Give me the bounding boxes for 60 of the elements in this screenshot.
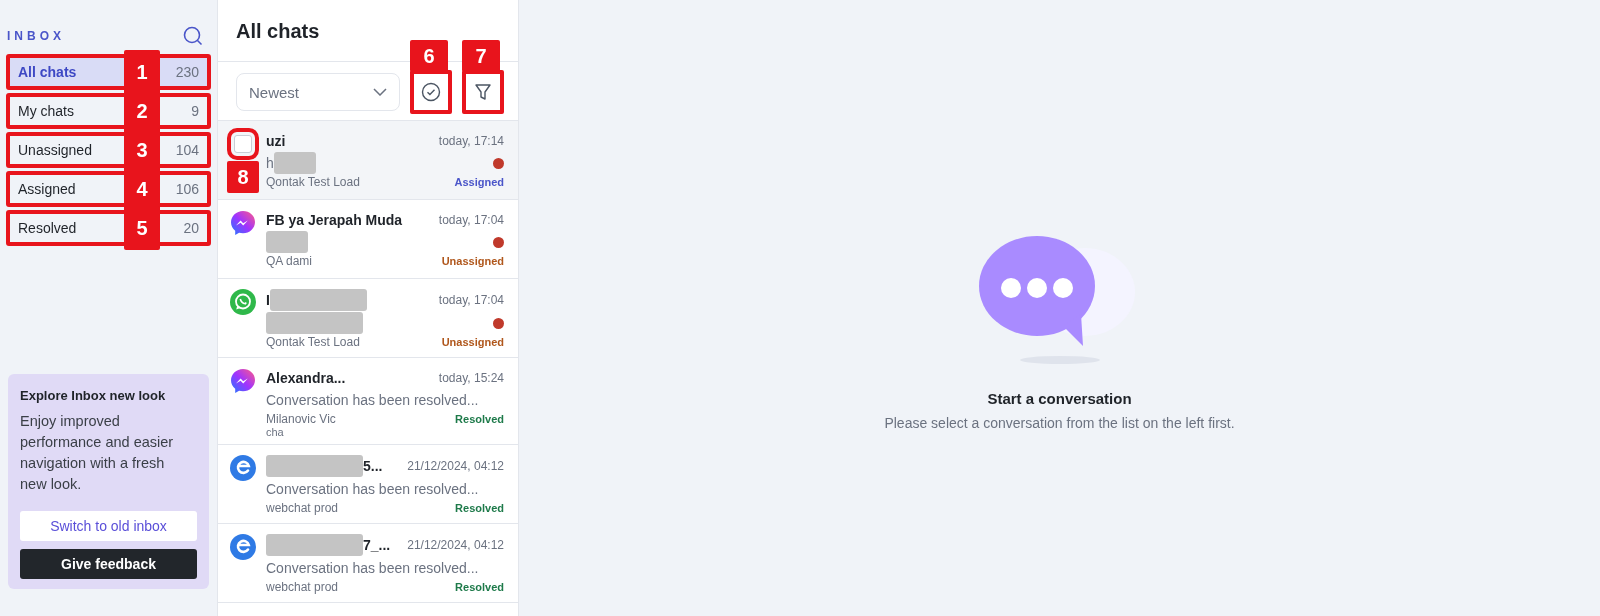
message-preview: Conversation has been resolved... bbox=[266, 481, 479, 497]
empty-state-title: Start a conversation bbox=[987, 390, 1132, 407]
chat-item[interactable]: 5... 21/12/2024, 04:12 Conversation has been resolved... webchat prod Resolved bbox=[218, 445, 518, 524]
filter-icon bbox=[473, 82, 493, 102]
message-preview: h bbox=[266, 155, 274, 171]
webchat-icon bbox=[230, 455, 256, 481]
callout-tooltip: 8 bbox=[227, 161, 259, 193]
chat-time: today, 17:04 bbox=[438, 293, 504, 307]
callout-tooltip: 6 bbox=[410, 40, 448, 72]
callout-tooltip: 7 bbox=[462, 40, 500, 72]
switch-button[interactable]: Switch to old inbox bbox=[20, 511, 197, 541]
promo-title: Explore Inbox new look bbox=[20, 388, 167, 403]
chat-time: today, 17:04 bbox=[438, 213, 504, 227]
message-preview: Conversation has been resolved... bbox=[266, 392, 479, 408]
channel-name: Qontak Test Load bbox=[266, 335, 360, 349]
chat-time: today, 15:24 bbox=[438, 371, 504, 385]
contact-name: I bbox=[266, 292, 270, 308]
chevron-icon bbox=[373, 88, 387, 96]
channel-name: webchat prod bbox=[266, 501, 339, 515]
feedback-button[interactable]: Give feedback bbox=[20, 549, 197, 579]
resolve-button[interactable] bbox=[410, 70, 452, 114]
channel-name: QA dami bbox=[266, 254, 313, 268]
channel-name: Milanovic Vic bbox=[266, 412, 336, 426]
status-label: Resolved bbox=[455, 413, 504, 425]
chat-item[interactable]: Alexandra... today, 15:24 Conversation has been resolved... Milanovic Vic Resolved cha bbox=[218, 358, 518, 445]
contact-name: 7_... bbox=[363, 537, 391, 553]
contact-name: uzi bbox=[266, 133, 286, 149]
chat-item[interactable]: 8 uzi today, 17:14 h Qontak Test Load Assigned bbox=[218, 121, 518, 200]
empty-state-text: Please select a conversation from the list on the left first. bbox=[884, 415, 1235, 431]
filter-button[interactable] bbox=[462, 70, 504, 114]
contact-name: Alexandra... bbox=[266, 370, 346, 386]
chat-note: cha bbox=[266, 426, 285, 438]
inbox-title: INBOX bbox=[7, 29, 65, 43]
chat-time: 21/12/2024, 04:12 bbox=[407, 459, 504, 473]
sort-dropdown[interactable]: Newest bbox=[236, 73, 400, 111]
status-label: Unassigned bbox=[441, 255, 504, 267]
messenger-icon bbox=[230, 210, 256, 236]
status-label: Unassigned bbox=[441, 336, 504, 348]
callout-tooltip: 5 bbox=[124, 206, 160, 250]
webchat-icon bbox=[230, 534, 256, 560]
chat-item[interactable]: FB ya Jerapah Muda today, 17:04 QA dami Unassigned bbox=[218, 200, 518, 279]
redacted-block bbox=[273, 152, 316, 174]
chat-time: 21/12/2024, 04:12 bbox=[407, 538, 504, 552]
status-label: Assigned bbox=[454, 176, 504, 188]
promo-text: Enjoy improved performance and easier navigation with a fresh new look. bbox=[20, 412, 175, 494]
search-icon[interactable] bbox=[183, 26, 203, 46]
channel-name: Qontak Test Load bbox=[266, 175, 360, 189]
status-label: Resolved bbox=[455, 581, 504, 593]
check-circle-icon bbox=[421, 82, 441, 102]
status-label: Resolved bbox=[455, 502, 504, 514]
contact-name: 5... bbox=[363, 458, 383, 474]
message-preview: Conversation has been resolved... bbox=[266, 560, 479, 576]
messenger-icon bbox=[230, 368, 256, 394]
chat-item[interactable]: I today, 17:04 Qontak Test Load Unassigned bbox=[218, 279, 518, 358]
redacted-block bbox=[266, 231, 308, 253]
chat-time: today, 17:14 bbox=[438, 134, 504, 148]
channel-name: webchat prod bbox=[266, 580, 339, 594]
contact-name: FB ya Jerapah Muda bbox=[266, 212, 403, 228]
whatsapp-icon bbox=[230, 289, 256, 315]
chat-item[interactable]: 7_... 21/12/2024, 04:12 Conversation has been resolved... webchat prod Resolved bbox=[218, 524, 518, 603]
